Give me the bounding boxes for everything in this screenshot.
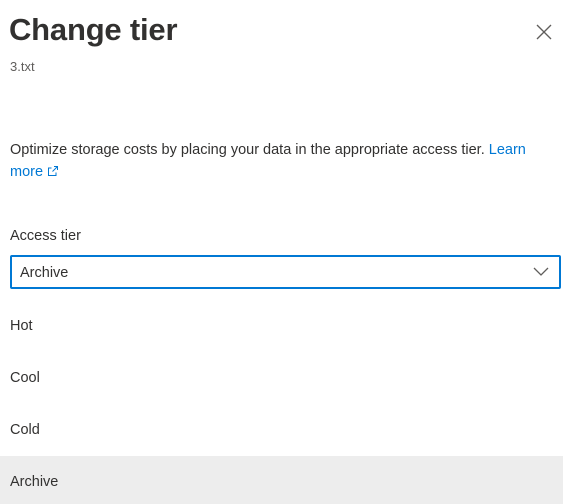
close-button[interactable] xyxy=(534,22,554,42)
access-tier-selected-value: Archive xyxy=(20,265,69,281)
access-tier-label: Access tier xyxy=(10,228,81,244)
tier-option-label: Hot xyxy=(10,318,33,334)
tier-option-label: Cool xyxy=(10,370,40,386)
access-tier-dropdown[interactable]: Archive xyxy=(10,255,561,289)
access-tier-options-list: Hot Cool Cold Archive xyxy=(0,293,563,504)
chevron-down-icon xyxy=(533,267,549,276)
tier-option-cool[interactable]: Cool xyxy=(0,352,563,404)
tier-option-label: Archive xyxy=(10,474,59,490)
tier-description: Optimize storage costs by placing your d… xyxy=(10,139,550,183)
panel-title: Change tier xyxy=(9,12,178,47)
description-text: Optimize storage costs by placing your d… xyxy=(10,142,485,158)
close-icon xyxy=(536,24,552,40)
tier-option-archive[interactable]: Archive xyxy=(0,456,563,504)
tier-option-label: Cold xyxy=(10,422,40,438)
panel-subtitle: 3.txt xyxy=(10,59,35,74)
external-link-icon xyxy=(48,166,59,176)
tier-option-hot[interactable]: Hot xyxy=(0,300,563,352)
change-tier-panel: Change tier 3.txt Optimize storage costs… xyxy=(0,0,563,504)
tier-option-cold[interactable]: Cold xyxy=(0,404,563,456)
